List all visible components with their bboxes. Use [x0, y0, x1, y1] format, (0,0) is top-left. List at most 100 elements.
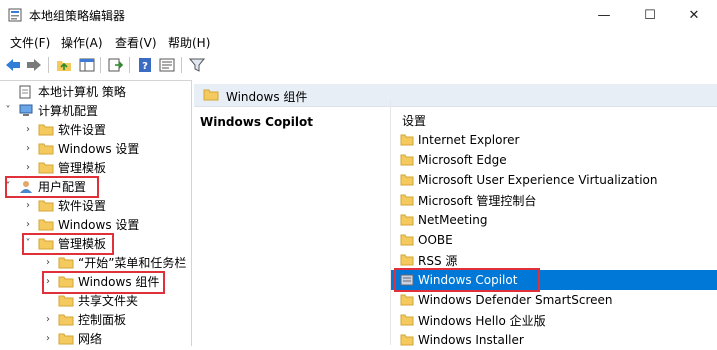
list-item-internet-explorer[interactable]: Internet Explorer [391, 130, 717, 150]
back-button[interactable] [4, 56, 22, 74]
folder-icon [58, 313, 74, 327]
chevron-right-icon[interactable]: › [22, 143, 34, 154]
back-arrow-icon [6, 59, 20, 71]
tree-item-label: Windows 设置 [58, 218, 140, 232]
folder-icon [400, 194, 414, 206]
group-policy-app-icon [8, 8, 22, 22]
policy-tree: 本地计算机 策略 ˅ 计算机配置 › 软件设置 › Windows 设置 › 管… [0, 80, 192, 346]
show-tree-button[interactable] [78, 56, 96, 74]
tree-item-computer-config[interactable]: ˅ 计算机配置 [2, 101, 98, 120]
forward-arrow-icon [27, 59, 41, 71]
show-tree-icon [79, 58, 95, 72]
tree-item-windows-settings[interactable]: › Windows 设置 [22, 139, 139, 158]
folder-icon [400, 174, 414, 186]
maximize-button[interactable]: ☐ [627, 0, 673, 30]
toolbar-separator [129, 57, 130, 73]
list-item-windows-installer[interactable]: Windows Installer [391, 330, 717, 350]
tree-item-windows-settings[interactable]: › Windows 设置 [22, 215, 139, 234]
toolbar: ? [0, 54, 717, 78]
up-folder-icon [57, 61, 71, 71]
description-title: Windows Copilot [200, 115, 313, 129]
column-header-settings[interactable]: 设置 [402, 112, 426, 129]
close-button[interactable]: ✕ [671, 0, 717, 30]
tree-item-software-settings[interactable]: › 软件设置 [22, 196, 106, 215]
list-item-label: Microsoft User Experience Virtualization [418, 173, 658, 187]
tree-item-admin-templates[interactable]: › 管理模板 [22, 158, 106, 177]
tree-item-software-settings[interactable]: › 软件设置 [22, 120, 106, 139]
tree-item-label: 控制面板 [78, 313, 127, 327]
tree-item-start-menu-taskbar[interactable]: › “开始”菜单和任务栏 [42, 253, 186, 272]
settings-list: 设置 Internet Explorer Microsoft Edge Micr… [390, 100, 717, 347]
chevron-right-icon[interactable]: › [22, 124, 34, 135]
highlight-box [22, 233, 114, 255]
list-item-label: Windows Hello 企业版 [418, 313, 546, 328]
list-item-rss[interactable]: RSS 源 [391, 250, 717, 270]
folder-icon [38, 161, 54, 175]
tree-item-control-panel[interactable]: › 控制面板 [42, 310, 126, 329]
toolbar-separator [48, 57, 49, 73]
menu-view[interactable]: 查看(V) [115, 34, 157, 51]
menu-bar: 文件(F) 操作(A) 查看(V) 帮助(H) [0, 32, 717, 52]
folder-icon [38, 199, 54, 213]
chevron-down-icon[interactable]: ˅ [2, 105, 14, 116]
tree-item-local-policy[interactable]: 本地计算机 策略 [2, 82, 126, 101]
toolbar-separator [181, 57, 182, 73]
folder-icon [38, 123, 54, 137]
list-item-oobe[interactable]: OOBE [391, 230, 717, 250]
menu-help[interactable]: 帮助(H) [168, 34, 210, 51]
forward-button[interactable] [25, 56, 43, 74]
chevron-right-icon[interactable]: › [42, 333, 54, 344]
description-pane: Windows Copilot [194, 106, 388, 345]
list-item-smartscreen[interactable]: Windows Defender SmartScreen [391, 290, 717, 310]
document-icon [18, 85, 34, 99]
properties-button[interactable] [158, 56, 176, 74]
folder-icon [400, 134, 414, 146]
filter-icon [189, 58, 205, 72]
help-icon: ? [139, 58, 151, 72]
menu-file[interactable]: 文件(F) [10, 34, 50, 51]
minimize-icon: — [597, 7, 611, 23]
list-item-label: Microsoft Edge [418, 153, 507, 167]
tree-item-network[interactable]: › 网络 [42, 329, 102, 346]
folder-icon [58, 332, 74, 346]
computer-icon [18, 104, 34, 118]
tree-item-label: “开始”菜单和任务栏 [78, 256, 187, 270]
highlight-box [42, 271, 165, 294]
up-folder-button[interactable] [55, 56, 73, 74]
folder-icon [400, 314, 414, 326]
list-item-mmc[interactable]: Microsoft 管理控制台 [391, 190, 717, 210]
list-item-label: Windows Defender SmartScreen [418, 293, 613, 307]
maximize-icon: ☐ [644, 7, 656, 23]
chevron-right-icon[interactable]: › [42, 314, 54, 325]
folder-icon [38, 142, 54, 156]
filter-button[interactable] [188, 56, 206, 74]
list-item-uev[interactable]: Microsoft User Experience Virtualization [391, 170, 717, 190]
help-button[interactable]: ? [136, 56, 154, 74]
chevron-right-icon[interactable]: › [22, 162, 34, 173]
list-item-label: OOBE [418, 233, 453, 247]
chevron-right-icon[interactable]: › [42, 257, 54, 268]
highlight-box [394, 268, 540, 292]
folder-icon [38, 218, 54, 232]
folder-icon [58, 256, 74, 270]
chevron-right-icon[interactable]: › [22, 219, 34, 230]
minimize-button[interactable]: — [581, 0, 627, 30]
list-item-label: Internet Explorer [418, 133, 520, 147]
export-button[interactable] [107, 56, 125, 74]
list-item-netmeeting[interactable]: NetMeeting [391, 210, 717, 230]
highlight-box [5, 176, 99, 198]
path-header-label: Windows 组件 [226, 90, 308, 104]
list-item-microsoft-edge[interactable]: Microsoft Edge [391, 150, 717, 170]
tree-item-label: 软件设置 [58, 123, 107, 137]
folder-icon [58, 294, 74, 308]
menu-action[interactable]: 操作(A) [61, 34, 103, 51]
tree-item-label: Windows 设置 [58, 142, 140, 156]
folder-icon [400, 254, 414, 266]
chevron-right-icon[interactable]: › [22, 200, 34, 211]
window-title: 本地组策略编辑器 [29, 9, 126, 23]
folder-icon [203, 89, 219, 101]
list-item-label: RSS 源 [418, 253, 458, 268]
list-item-windows-hello[interactable]: Windows Hello 企业版 [391, 310, 717, 330]
folder-icon [400, 154, 414, 166]
svg-text:?: ? [142, 61, 148, 72]
